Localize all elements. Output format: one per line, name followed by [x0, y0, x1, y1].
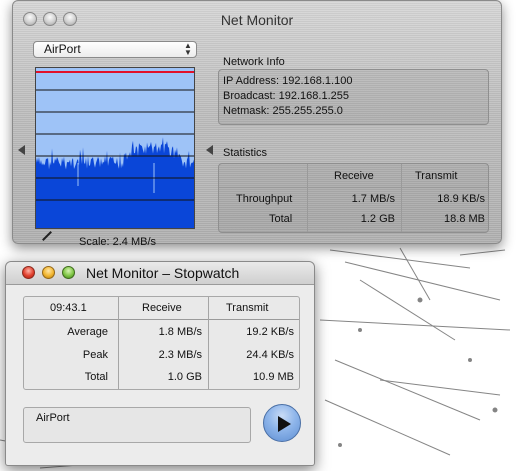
- total-receive: 1.0 GB: [167, 371, 202, 383]
- minimize-button[interactable]: [42, 266, 55, 279]
- average-receive: 1.8 MB/s: [158, 326, 202, 338]
- peak-receive: 2.3 MB/s: [158, 349, 202, 361]
- elapsed-time: 09:43.1: [50, 302, 87, 314]
- slash-icon: [42, 231, 52, 241]
- interface-popup[interactable]: AirPort ▲ ▼: [33, 41, 197, 58]
- row-label-peak: Peak: [82, 349, 108, 361]
- statistics-table: Receive Transmit Throughput 1.7 MB/s 18.…: [218, 163, 489, 233]
- row-label-throughput: Throughput: [236, 193, 293, 205]
- scale-label: Scale: 2.4 MB/s: [79, 236, 157, 248]
- stopwatch-table: 09:43.1 Receive Transmit Average 1.8 MB/…: [23, 296, 300, 390]
- column-header-receive: Receive: [334, 170, 374, 182]
- stopwatch-title: Net Monitor – Stopwatch: [86, 265, 240, 281]
- stopwatch-title-bar[interactable]: Net Monitor – Stopwatch: [6, 262, 314, 285]
- divider: [219, 187, 488, 188]
- throughput-graph: [35, 67, 195, 229]
- divider: [118, 297, 119, 389]
- average-transmit: 19.2 KB/s: [246, 326, 294, 338]
- peak-transmit: 24.4 KB/s: [246, 349, 294, 361]
- play-icon: [278, 416, 291, 432]
- network-info-heading: Network Info: [223, 56, 285, 68]
- interface-popup-value: AirPort: [44, 42, 81, 56]
- total-receive: 1.2 GB: [360, 213, 395, 225]
- statistics-heading: Statistics: [223, 147, 268, 159]
- window-title: Net Monitor: [220, 12, 294, 28]
- broadcast-address: Broadcast: 192.168.1.255: [223, 90, 349, 102]
- stopwatch-interface-field: AirPort: [23, 407, 251, 443]
- divider: [24, 319, 299, 320]
- net-monitor-window: Net Monitor AirPort ▲ ▼ Scale: 2.4 MB/s N…: [12, 0, 502, 248]
- column-header-transmit: Transmit: [415, 170, 458, 182]
- collapse-info-icon[interactable]: [206, 145, 213, 155]
- throughput-receive: 1.7 MB/s: [351, 193, 395, 205]
- total-transmit: 10.9 MB: [253, 371, 294, 383]
- column-header-receive: Receive: [142, 302, 182, 314]
- close-button[interactable]: [22, 266, 35, 279]
- row-label-total: Total: [269, 213, 293, 225]
- row-label-total: Total: [84, 371, 108, 383]
- throughput-transmit: 18.9 KB/s: [437, 193, 485, 205]
- ip-address: IP Address: 192.168.1.100: [223, 75, 353, 87]
- total-transmit: 18.8 MB: [444, 213, 485, 225]
- stopwatch-window: Net Monitor – Stopwatch 09:43.1 Receive …: [5, 261, 315, 466]
- updown-arrows-icon: ▲ ▼: [184, 41, 192, 57]
- divider: [307, 164, 308, 232]
- column-header-transmit: Transmit: [226, 302, 269, 314]
- row-label-average: Average: [67, 326, 108, 338]
- netmask: Netmask: 255.255.255.0: [223, 105, 343, 117]
- zoom-button[interactable]: [62, 266, 75, 279]
- start-button[interactable]: [263, 404, 301, 442]
- collapse-left-icon[interactable]: [18, 145, 25, 155]
- title-bar[interactable]: Net Monitor: [13, 1, 501, 28]
- throughput-area: [36, 137, 194, 228]
- divider: [208, 297, 209, 389]
- divider: [401, 164, 402, 232]
- network-info-panel: IP Address: 192.168.1.100 Broadcast: 192…: [218, 69, 489, 125]
